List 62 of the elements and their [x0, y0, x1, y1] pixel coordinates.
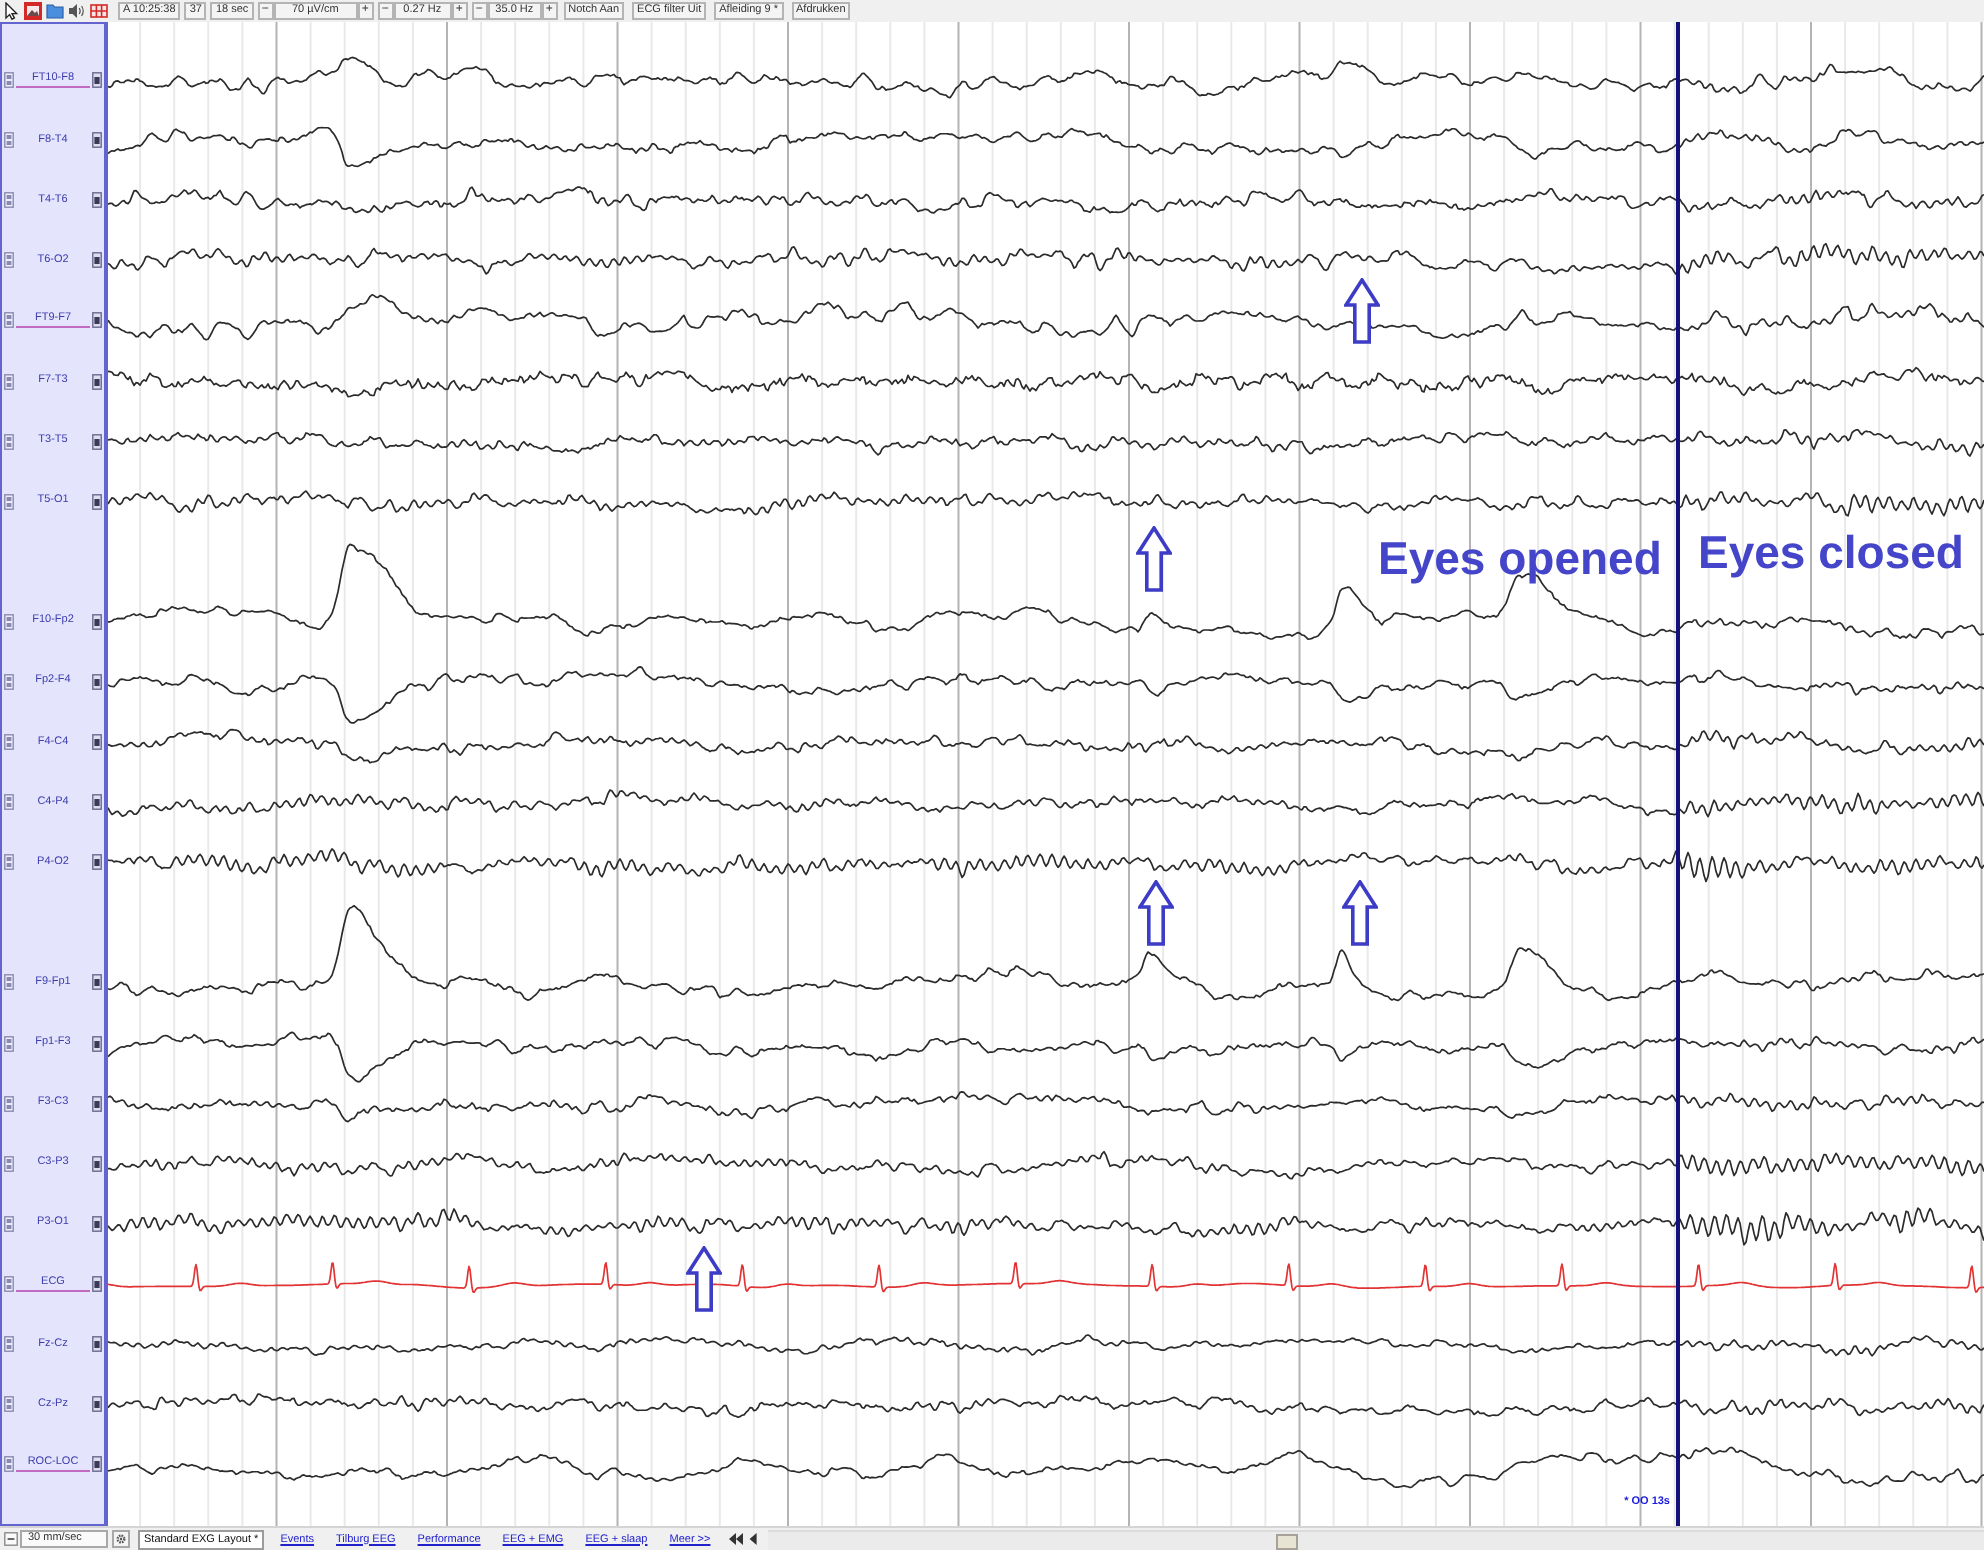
- square-icon[interactable]: [92, 1095, 102, 1112]
- square-icon[interactable]: [92, 854, 102, 871]
- square-icon[interactable]: [91, 192, 102, 209]
- square-icon[interactable]: [92, 794, 102, 811]
- square-icon[interactable]: [92, 1215, 102, 1232]
- double-bar-icon[interactable]: [4, 673, 14, 690]
- double-bar-icon[interactable]: [4, 1336, 14, 1353]
- double-bar-icon[interactable]: [4, 1215, 14, 1232]
- double-bar-icon[interactable]: [4, 1035, 14, 1052]
- square-icon[interactable]: [91, 613, 102, 630]
- gear-icon: [116, 1534, 126, 1544]
- up-arrow-icon: [1136, 526, 1172, 592]
- double-bar-icon[interactable]: [4, 72, 14, 89]
- square-icon[interactable]: [91, 1035, 102, 1052]
- double-left-arrow-icon[interactable]: [728, 1532, 745, 1546]
- up-arrow-icon: [1344, 278, 1380, 344]
- annotation-text: Eyes closed: [1698, 530, 1964, 576]
- double-bar-icon[interactable]: [4, 794, 14, 811]
- minus-box-icon[interactable]: [4, 1532, 18, 1546]
- square-icon[interactable]: [91, 132, 102, 149]
- up-arrow-icon: [686, 1246, 722, 1312]
- double-bar-icon[interactable]: [4, 192, 14, 209]
- double-bar-icon[interactable]: [4, 1456, 14, 1473]
- double-bar-icon[interactable]: [4, 493, 14, 510]
- double-bar-icon[interactable]: [4, 734, 14, 751]
- double-bar-icon[interactable]: [4, 433, 14, 450]
- speaker-icon[interactable]: [68, 2, 86, 20]
- square-icon[interactable]: [91, 974, 102, 991]
- square-icon[interactable]: [91, 1336, 102, 1353]
- square-icon[interactable]: [92, 252, 102, 269]
- double-bar-icon[interactable]: [4, 1155, 14, 1172]
- square-icon[interactable]: [92, 1275, 102, 1292]
- gear-button[interactable]: [112, 1530, 130, 1548]
- square-icon[interactable]: [92, 734, 102, 751]
- scrollbar-thumb[interactable]: [1276, 1533, 1299, 1549]
- left-arrow-icon[interactable]: [748, 1532, 759, 1546]
- square-icon[interactable]: [91, 433, 102, 450]
- square-icon[interactable]: [92, 312, 102, 329]
- double-bar-icon[interactable]: [4, 252, 14, 269]
- double-bar-icon[interactable]: [4, 1396, 14, 1413]
- up-arrow-icon: [1342, 880, 1378, 946]
- double-bar-icon[interactable]: [4, 373, 14, 390]
- square-icon[interactable]: [92, 1456, 102, 1473]
- double-bar-icon[interactable]: [4, 974, 14, 991]
- double-bar-icon[interactable]: [4, 1095, 14, 1112]
- double-bar-icon[interactable]: [4, 132, 14, 149]
- scrollbar[interactable]: [768, 1529, 1984, 1549]
- square-icon[interactable]: [92, 493, 102, 510]
- square-icon[interactable]: [91, 1396, 102, 1413]
- grid-icon[interactable]: [90, 2, 108, 20]
- image-icon[interactable]: [24, 2, 42, 20]
- square-icon[interactable]: [92, 72, 102, 89]
- square-icon[interactable]: [92, 1155, 102, 1172]
- double-bar-icon[interactable]: [4, 613, 14, 630]
- square-icon[interactable]: [91, 373, 102, 390]
- double-bar-icon[interactable]: [4, 312, 14, 329]
- double-bar-icon[interactable]: [4, 1275, 14, 1292]
- cursor-icon[interactable]: [2, 2, 20, 20]
- annotation-text: Eyes opened: [1378, 536, 1662, 582]
- up-arrow-icon: [1138, 880, 1174, 946]
- square-icon[interactable]: [91, 673, 102, 690]
- double-bar-icon[interactable]: [4, 854, 14, 871]
